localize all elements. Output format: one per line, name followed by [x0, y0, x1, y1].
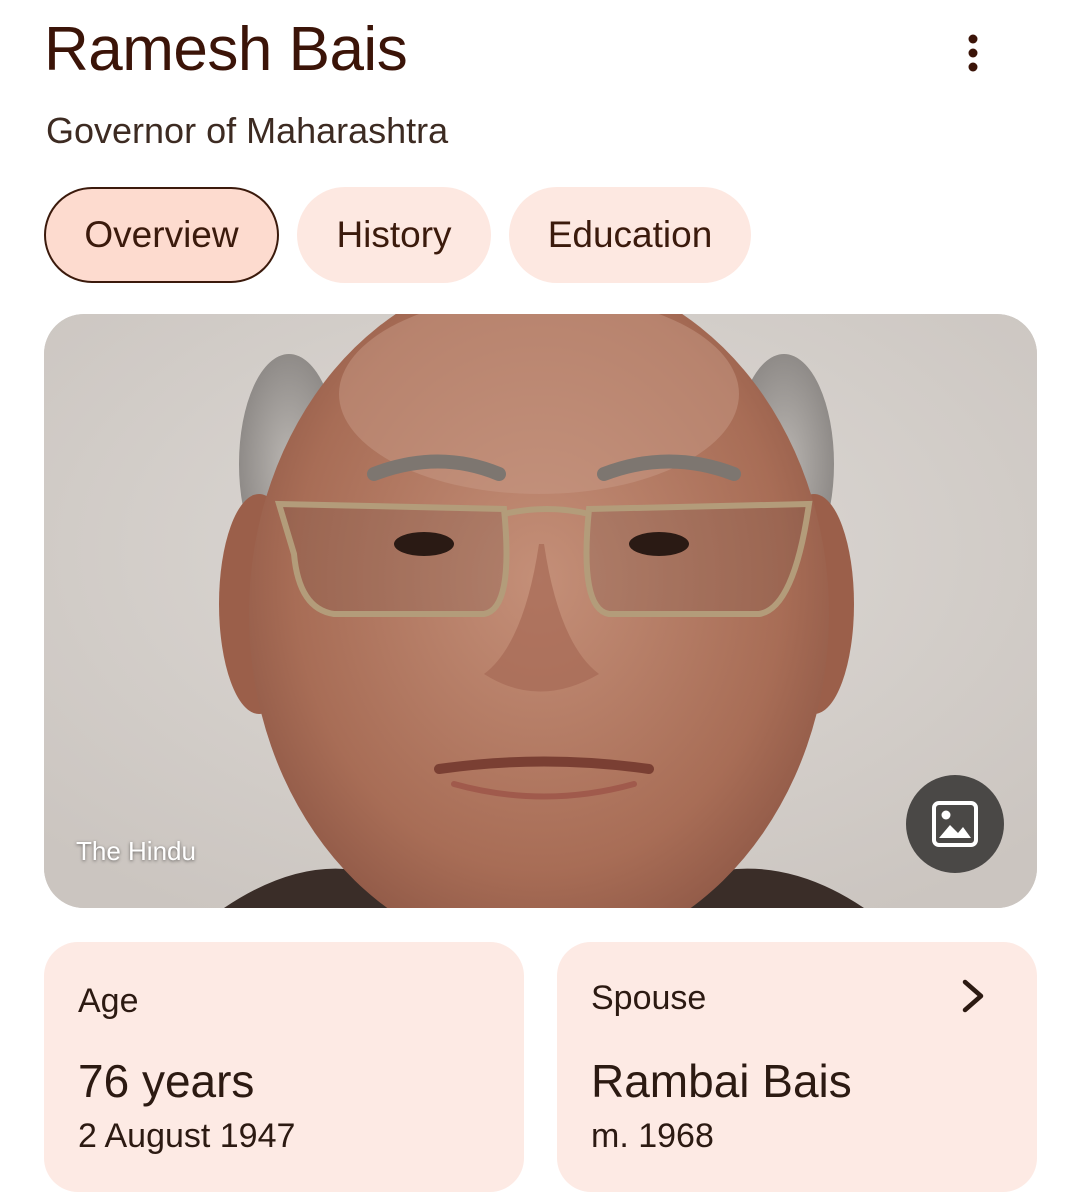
entity-title: Ramesh Bais — [44, 15, 408, 84]
tab-overview[interactable]: Overview — [44, 187, 279, 283]
spouse-card[interactable]: Spouse Rambai Bais m. 1968 — [557, 942, 1037, 1192]
image-source-caption: The Hindu — [76, 836, 196, 866]
age-value: 76 years — [78, 1055, 255, 1107]
entity-subtitle: Governor of Maharashtra — [46, 110, 449, 151]
tab-education[interactable]: Education — [509, 187, 751, 283]
spouse-label: Spouse — [591, 979, 707, 1017]
image-icon — [932, 801, 978, 847]
entity-photo[interactable]: The Hindu — [44, 314, 1037, 908]
marriage-year: m. 1968 — [591, 1117, 714, 1155]
more-options-button[interactable] — [945, 25, 1001, 81]
age-card: Age 76 years 2 August 1947 — [44, 942, 524, 1192]
chevron-right-icon[interactable] — [955, 976, 991, 1016]
portrait-image — [44, 314, 1037, 908]
birth-date: 2 August 1947 — [78, 1117, 296, 1155]
view-images-button[interactable] — [906, 775, 1004, 873]
age-label: Age — [78, 982, 139, 1020]
tab-history[interactable]: History — [297, 187, 491, 283]
spouse-name[interactable]: Rambai Bais — [591, 1054, 852, 1108]
more-vert-icon — [968, 34, 978, 72]
